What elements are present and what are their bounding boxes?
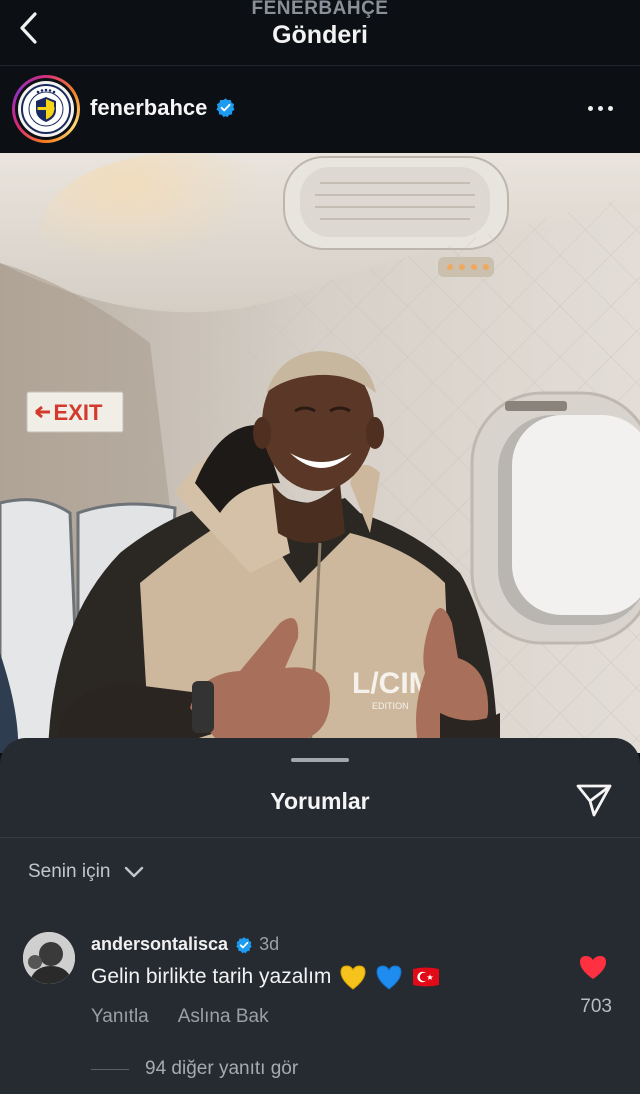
- comment-timestamp: 3d: [259, 934, 280, 954]
- comment-actions: Yanıtla Aslına Bak: [91, 1006, 269, 1028]
- see-original-button[interactable]: Aslına Bak: [178, 1006, 269, 1028]
- post-username[interactable]: fenerbahce: [90, 95, 236, 121]
- comment-username[interactable]: andersontalisca 3d: [91, 934, 279, 955]
- page-title: Gönderi: [272, 21, 368, 49]
- more-dot-icon: [597, 105, 603, 111]
- reply-button[interactable]: Yanıtla: [91, 1006, 149, 1028]
- shirt-print-small: EDITION: [372, 701, 409, 711]
- comment-filter-label: Senin için: [28, 861, 111, 882]
- account-subtitle: FENERBAHÇE: [251, 0, 389, 19]
- verified-badge-icon: [216, 98, 235, 118]
- turkey-flag-icon: [413, 967, 440, 987]
- comment-username-text[interactable]: andersontalisca: [91, 934, 228, 955]
- comment-filter-dropdown[interactable]: Senin için: [28, 861, 144, 883]
- more-options-button[interactable]: [580, 93, 620, 123]
- yellow-heart-icon: [340, 965, 366, 990]
- view-replies-button[interactable]: 94 diğer yanıtı gör: [91, 1058, 298, 1080]
- avatar-photo: [23, 932, 75, 984]
- story-ring-avatar[interactable]: [12, 75, 80, 143]
- post-photo[interactable]: EXIT L/CIMA EDITION: [0, 153, 640, 753]
- crest-icon: [21, 84, 71, 134]
- comment-text: Gelin birlikte tarih yazalım: [91, 964, 441, 990]
- view-replies-label: 94 diğer yanıtı gör: [145, 1058, 299, 1079]
- more-dot-icon: [587, 105, 593, 111]
- replies-divider: [91, 1068, 129, 1070]
- post-username-text[interactable]: fenerbahce: [90, 95, 207, 120]
- share-button[interactable]: [574, 780, 614, 820]
- top-bar: FENERBAHÇE Gönderi: [0, 0, 640, 66]
- club-crest-logo: [18, 81, 74, 137]
- blue-heart-icon: [376, 965, 402, 990]
- comment-body: Gelin birlikte tarih yazalım: [91, 965, 332, 988]
- exit-sign-text: EXIT: [54, 400, 103, 425]
- comments-sheet: Yorumlar Senin için andersontalisca 3d G…: [0, 738, 640, 1094]
- commenter-avatar[interactable]: [23, 932, 75, 984]
- verified-badge-icon: [236, 936, 252, 953]
- post-header: fenerbahce: [0, 67, 640, 153]
- airplane-cabin-photo: EXIT L/CIMA EDITION: [0, 153, 640, 753]
- chevron-down-icon: [125, 866, 144, 878]
- sheet-divider: [0, 837, 640, 838]
- send-icon: [576, 784, 612, 817]
- more-dot-icon: [607, 105, 613, 111]
- like-heart-icon[interactable]: [578, 952, 608, 982]
- sheet-drag-handle[interactable]: [291, 758, 349, 762]
- like-count: 703: [580, 996, 612, 1017]
- comments-title: Yorumlar: [270, 788, 370, 814]
